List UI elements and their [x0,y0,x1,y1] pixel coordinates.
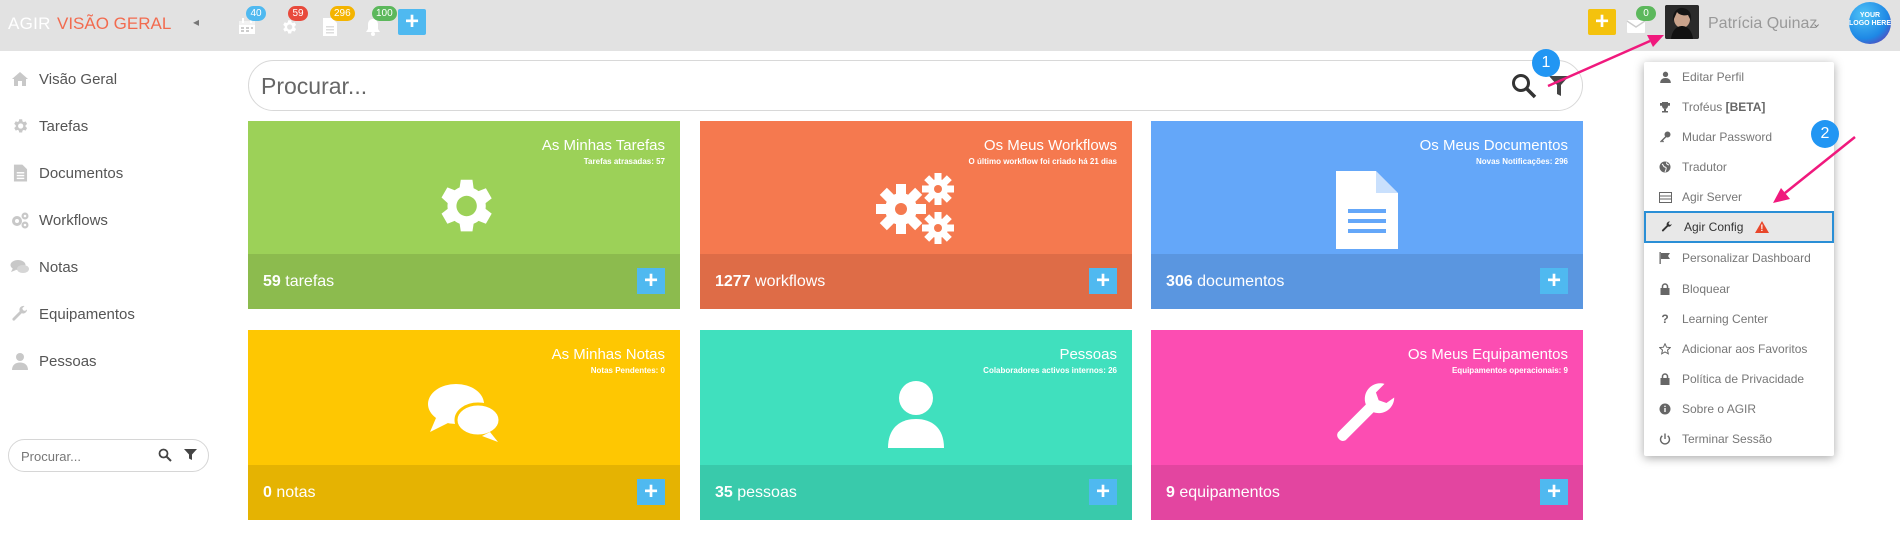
annotation-step-1: 1 [1532,49,1560,77]
annotation-step-2: 2 [1811,120,1839,148]
annotation-arrow-1 [1547,39,1651,88]
annotation-arrows [1547,35,1856,203]
